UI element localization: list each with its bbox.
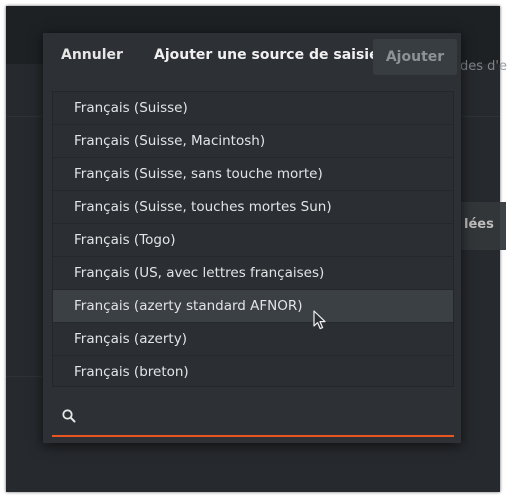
input-source-list: Français (Suisse) Français (Suisse, Macin… (52, 91, 454, 387)
list-item[interactable]: Français (azerty standard AFNOR) (53, 290, 453, 323)
list-item[interactable]: Français (Suisse, sans touche morte) (53, 158, 453, 191)
list-item[interactable]: Français (Togo) (53, 224, 453, 257)
search-icon (62, 409, 76, 423)
list-item[interactable]: Français (US, avec lettres françaises) (53, 257, 453, 290)
dialog-header: Annuler Ajouter une source de saisie Ajo… (43, 33, 461, 83)
cancel-button[interactable]: Annuler (61, 47, 123, 63)
add-input-source-dialog: Annuler Ajouter une source de saisie Ajo… (43, 33, 461, 443)
list-item[interactable]: Français (Suisse, Macintosh) (53, 125, 453, 158)
list-item[interactable]: Français (Suisse, touches mortes Sun) (53, 191, 453, 224)
search-input[interactable] (84, 407, 448, 431)
add-button[interactable]: Ajouter (373, 39, 457, 75)
list-item[interactable]: Français (Suisse) (53, 92, 453, 125)
dialog-title: Ajouter une source de saisie (154, 47, 379, 63)
mouse-cursor-icon (313, 310, 326, 330)
list-item[interactable]: Français (breton) (53, 356, 453, 386)
search-bar (52, 401, 454, 437)
list-item[interactable]: Français (azerty) (53, 323, 453, 356)
